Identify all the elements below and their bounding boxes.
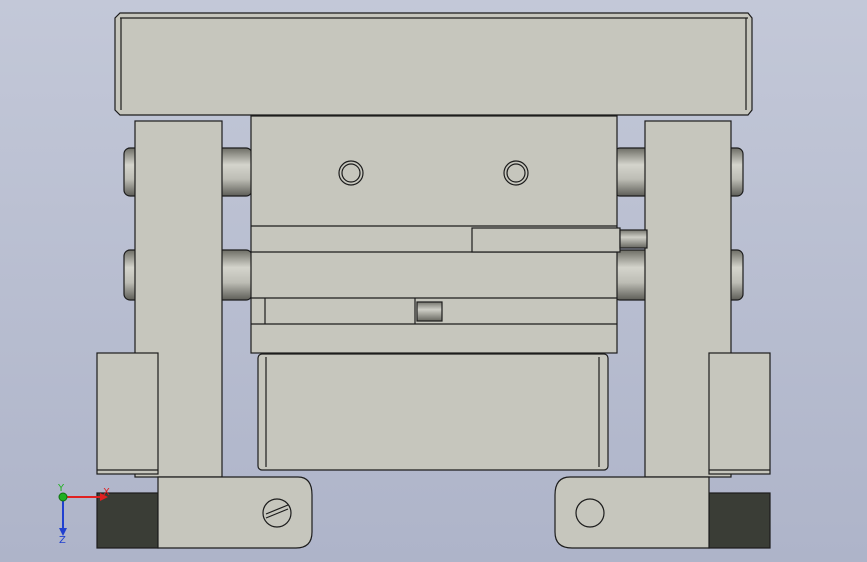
port-stub-right: [619, 229, 648, 249]
left-jaw-arm: [96, 120, 223, 478]
top-plate: [114, 12, 753, 116]
x-axis-label: X: [103, 487, 110, 498]
lower-cylinder-block: [257, 353, 609, 471]
gripper-drawing: X Y Z: [57, 12, 771, 549]
mounting-hole-left: [338, 160, 364, 186]
z-axis-label: Z: [59, 535, 66, 546]
left-jaw-pad: [96, 492, 159, 549]
right-jaw-pad: [708, 492, 771, 549]
y-axis-label: Y: [57, 483, 65, 494]
left-lever: [157, 476, 313, 549]
cad-viewport[interactable]: X Y Z: [0, 0, 867, 562]
pivot-hole: [575, 498, 605, 528]
right-lever: [554, 476, 710, 549]
port-stub-center: [416, 301, 443, 322]
right-jaw-arm: [644, 120, 771, 478]
